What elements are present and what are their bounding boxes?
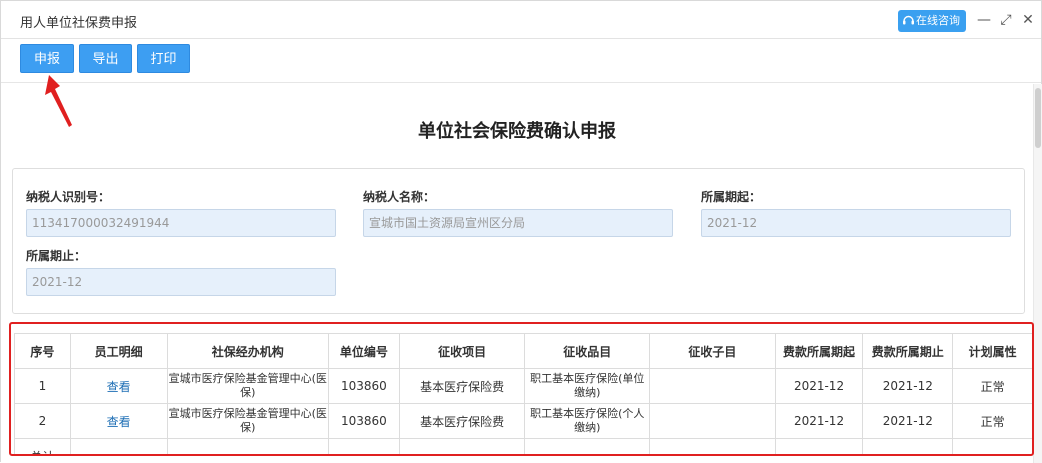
taxpayer-name-field[interactable]: 宣城市国土资源局宣州区分局 — [363, 209, 673, 237]
cell-sub-item: 职工基本医疗保险(个人缴纳) — [524, 403, 651, 439]
cell-total-dash: - — [862, 438, 954, 455]
header-seq: 序号 — [14, 333, 71, 369]
online-consult-button[interactable]: 在线咨询 — [898, 10, 966, 32]
cell-total-dash: - — [69, 438, 168, 455]
restore-button[interactable]: ⤢ — [997, 10, 1015, 30]
header-sub-item: 征收品目 — [524, 333, 651, 369]
minimize-button[interactable]: — — [975, 10, 993, 30]
table-row: 2 查看 宣城市医疗保险基金管理中心(医保) 103860 基本医疗保险费 职工… — [14, 403, 1033, 439]
social-insurance-window: 用人单位社保费申报 在线咨询 — ⤢ ✕ 申报 导出 打印 单位社会保险费确认申… — [0, 0, 1042, 463]
view-detail-link[interactable]: 查看 — [69, 368, 168, 404]
cell-total-dash: - — [398, 438, 526, 455]
declare-button[interactable]: 申报 — [20, 44, 74, 73]
print-button[interactable]: 打印 — [137, 44, 190, 73]
cell-plan-attr: 正常 — [952, 368, 1033, 404]
taxpayer-info-panel: 纳税人识别号： 113417000032491944 纳税人名称： 宣城市国土资… — [12, 168, 1025, 314]
table-row: 1 查看 宣城市医疗保险基金管理中心(医保) 103860 基本医疗保险费 职工… — [14, 368, 1033, 404]
taxpayer-id-label: 纳税人识别号： — [26, 190, 111, 204]
period-end-label: 所属期止： — [26, 249, 87, 263]
taxpayer-id-field[interactable]: 113417000032491944 — [26, 209, 336, 237]
title-bar: 用人单位社保费申报 在线咨询 — ⤢ ✕ — [1, 1, 1041, 39]
period-end-field[interactable]: 2021-12 — [26, 268, 336, 296]
cell-unit-no: 103860 — [327, 403, 400, 439]
header-plan-attr: 计划属性 — [952, 333, 1033, 369]
cell-unit-no: 103860 — [327, 368, 400, 404]
cell-total-dash: - — [952, 438, 1033, 455]
cell-plan-attr: 正常 — [952, 403, 1033, 439]
declaration-table: 序号 员工明细 社保经办机构 单位编号 征收项目 征收品目 征收子目 费款所属期… — [14, 333, 1033, 455]
cell-period-end: 2021-12 — [862, 403, 954, 439]
cell-seq: 1 — [14, 368, 71, 404]
cell-seq: 2 — [14, 403, 71, 439]
view-detail-link[interactable]: 查看 — [69, 403, 168, 439]
header-sub-sub-item: 征收子目 — [649, 333, 776, 369]
cell-total-label: 总计 — [14, 438, 71, 455]
cell-period-start: 2021-12 — [774, 368, 864, 404]
cell-sub-sub-item — [649, 403, 776, 439]
cell-agency: 宣城市医疗保险基金管理中心(医保) — [166, 403, 329, 439]
cell-total-dash: - — [649, 438, 776, 455]
scrollbar-thumb[interactable] — [1035, 88, 1041, 148]
cell-total-dash: - — [327, 438, 400, 455]
online-consult-label: 在线咨询 — [916, 14, 960, 27]
cell-item: 基本医疗保险费 — [398, 403, 526, 439]
period-start-field[interactable]: 2021-12 — [701, 209, 1011, 237]
red-arrow-icon — [45, 75, 72, 127]
form-title: 单位社会保险费确认申报 — [418, 121, 616, 142]
toolbar: 申报 导出 打印 — [1, 39, 1041, 83]
cell-total-dash: - — [524, 438, 651, 455]
header-unit-no: 单位编号 — [327, 333, 400, 369]
taxpayer-name-label: 纳税人名称： — [363, 190, 436, 204]
header-agency: 社保经办机构 — [166, 333, 329, 369]
cell-sub-sub-item — [649, 368, 776, 404]
cell-period-end: 2021-12 — [862, 368, 954, 404]
window-title: 用人单位社保费申报 — [20, 16, 138, 31]
export-button[interactable]: 导出 — [79, 44, 132, 73]
declaration-table-container: 序号 员工明细 社保经办机构 单位编号 征收项目 征收品目 征收子目 费款所属期… — [11, 324, 1033, 455]
cell-period-start: 2021-12 — [774, 403, 864, 439]
header-period-start: 费款所属期起 — [774, 333, 864, 369]
vertical-scrollbar[interactable] — [1033, 84, 1042, 463]
cell-total-dash: - — [774, 438, 864, 455]
close-button[interactable]: ✕ — [1019, 10, 1037, 30]
table-total-row: 总计 - - - - - - - - - — [14, 438, 1033, 455]
header-item: 征收项目 — [398, 333, 526, 369]
period-start-label: 所属期起： — [701, 190, 762, 204]
header-employee-detail: 员工明细 — [69, 333, 168, 369]
headset-icon — [903, 15, 914, 25]
header-period-end: 费款所属期止 — [862, 333, 954, 369]
cell-sub-item: 职工基本医疗保险(单位缴纳) — [524, 368, 651, 404]
cell-total-dash: - — [166, 438, 329, 455]
table-header-row: 序号 员工明细 社保经办机构 单位编号 征收项目 征收品目 征收子目 费款所属期… — [14, 333, 1033, 369]
cell-agency: 宣城市医疗保险基金管理中心(医保) — [166, 368, 329, 404]
cell-item: 基本医疗保险费 — [398, 368, 526, 404]
